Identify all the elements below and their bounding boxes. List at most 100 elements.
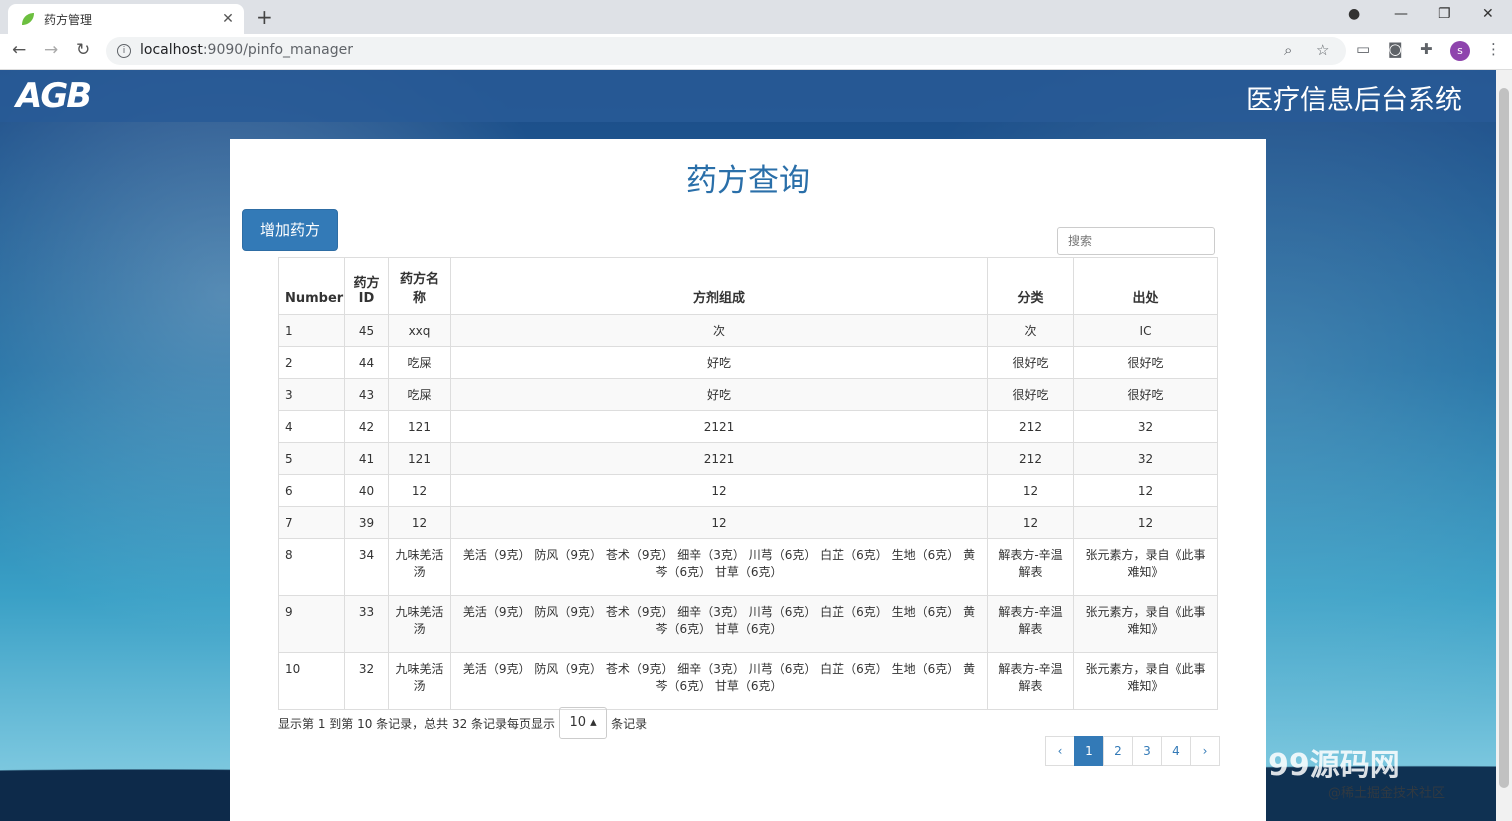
browser-toolbar: ← → ↻ i localhost:9090/pinfo_manager ⌕ ☆ [0,34,1512,70]
site-info-icon[interactable]: i [117,44,131,58]
browser-menu-icon[interactable]: ⋮ [1486,40,1501,58]
add-prescription-button[interactable]: 增加药方 [242,209,338,251]
cell: 好吃 [450,346,988,379]
table-row[interactable]: 2 44 吃屎 好吃 很好吃 很好吃 [278,346,1218,379]
cell: 40 [344,474,389,507]
table-row[interactable]: 3 43 吃屎 好吃 很好吃 很好吃 [278,378,1218,411]
cell: 3 [278,378,345,411]
cell: 4 [278,410,345,443]
scrollbar-thumb[interactable] [1499,88,1509,788]
forward-icon[interactable]: → [44,40,58,60]
reload-icon[interactable]: ↻ [76,40,90,60]
cell: 张元素方，录自《此事难知》 [1073,538,1218,596]
cell: 212 [987,410,1074,443]
cell: 33 [344,595,389,653]
cell: 41 [344,442,389,475]
minimize-icon[interactable]: — [1394,6,1408,22]
cell: xxq [388,314,451,347]
cell: 张元素方，录自《此事难知》 [1073,595,1218,653]
table-row[interactable]: 7 39 12 12 12 12 [278,506,1218,539]
cell: 32 [1073,410,1218,443]
new-tab-icon[interactable]: + [256,5,273,29]
table-row[interactable]: 10 32 九味羌活汤 羌活（9克） 防风（9克） 苍术（9克） 细辛（3克） 川芎（… [278,652,1218,710]
cell: 九味羌活汤 [388,652,451,710]
cell: 1 [278,314,345,347]
page-size-select[interactable]: 10 ▴ [559,707,608,739]
table-row[interactable]: 6 40 12 12 12 12 [278,474,1218,507]
cell: 12 [450,506,988,539]
page-button-1[interactable]: 1 [1074,736,1104,766]
extensions-icon[interactable]: ✚ [1420,40,1433,58]
cell: 45 [344,314,389,347]
cell: 44 [344,346,389,379]
column-header-composition[interactable]: 方剂组成 [450,257,988,315]
column-header-id[interactable]: 药方ID [344,257,389,315]
table-row[interactable]: 5 41 121 2121 212 32 [278,442,1218,475]
table-row[interactable]: 8 34 九味羌活汤 羌活（9克） 防风（9克） 苍术（9克） 细辛（3克） 川芎（6… [278,538,1218,596]
table-header-row: Number 药方ID 药方名称 方剂组成 分类 出处 [278,257,1218,315]
page-button-2[interactable]: 2 [1103,736,1133,766]
page-button-4[interactable]: 4 [1161,736,1191,766]
bookmark-star-icon[interactable]: ☆ [1316,41,1329,59]
browser-tab-title: 药方管理 [44,12,93,27]
close-tab-icon[interactable]: ✕ [216,11,240,27]
next-page-button[interactable]: › [1190,736,1220,766]
cell: 121 [388,410,451,443]
cell: 很好吃 [987,378,1074,411]
table-row[interactable]: 1 45 xxq 次次 IC [278,314,1218,347]
cell: 6 [278,474,345,507]
column-header-number[interactable]: Number [278,257,345,315]
page-size-value: 10 [569,715,586,730]
cell: 很好吃 [1073,346,1218,379]
browser-tab[interactable]: 药方管理 ✕ [8,4,244,34]
address-bar[interactable]: i localhost:9090/pinfo_manager ⌕ ☆ [106,37,1346,65]
cell: 2121 [450,410,988,443]
cell: 12 [987,474,1074,507]
app-header: AGB 医疗信息后台系统 [0,70,1496,122]
cell: 次 [987,314,1074,347]
table-row[interactable]: 9 33 九味羌活汤 羌活（9克） 防风（9克） 苍术（9克） 细辛（3克） 川芎（6… [278,595,1218,653]
cell: 吃屎 [388,378,451,411]
cell: 12 [1073,474,1218,507]
cell: 很好吃 [987,346,1074,379]
cell: 10 [278,652,345,710]
cell: 解表方-辛温解表 [987,595,1074,653]
column-header-category[interactable]: 分类 [987,257,1074,315]
close-window-icon[interactable]: ✕ [1482,6,1494,22]
cell: 次 [450,314,988,347]
pagination-info: 显示第 1 到第 10 条记录，总共 32 条记录每页显示 10 ▴ 条记录 [278,707,647,739]
cell: 121 [388,442,451,475]
cell: 12 [450,474,988,507]
agb-logo: AGB [16,76,92,116]
cell: 解表方-辛温解表 [987,538,1074,596]
cell: 九味羌活汤 [388,595,451,653]
camera-icon[interactable]: ◙ [1388,40,1403,58]
page-background: AGB 医疗信息后台系统 药方查询 增加药方 Number 药方ID 药方名称 … [0,70,1496,821]
user-avatar[interactable]: s [1450,41,1470,61]
page-title: 药方查询 [686,163,810,199]
back-icon[interactable]: ← [12,40,26,60]
column-header-source[interactable]: 出处 [1073,257,1218,315]
restore-icon[interactable]: ❐ [1438,6,1451,22]
cell: 32 [1073,442,1218,475]
cell: 5 [278,442,345,475]
prev-page-button[interactable]: ‹ [1045,736,1075,766]
cast-icon[interactable]: ▭ [1356,40,1370,58]
column-header-name[interactable]: 药方名称 [388,257,451,315]
table-row[interactable]: 4 42 121 2121 212 32 [278,410,1218,443]
cell: 9 [278,595,345,653]
cell: 羌活（9克） 防风（9克） 苍术（9克） 细辛（3克） 川芎（6克） 白芷（6克… [450,652,988,710]
watermark-logo: 99源码网 [1268,748,1400,783]
record-count-text: 显示第 1 到第 10 条记录，总共 32 条记录每页显示 [278,716,556,731]
search-input[interactable] [1057,227,1215,255]
cell: 43 [344,378,389,411]
profile-menu-icon[interactable]: ● [1348,6,1360,22]
page-scrollbar[interactable] [1496,70,1512,821]
cell: 好吃 [450,378,988,411]
browser-tab-strip: 药方管理 ✕ + ● — ❐ ✕ [0,0,1512,34]
cell: 12 [1073,506,1218,539]
page-button-3[interactable]: 3 [1132,736,1162,766]
cell: 九味羌活汤 [388,538,451,596]
zoom-icon[interactable]: ⌕ [1284,41,1292,59]
cell: 12 [388,506,451,539]
